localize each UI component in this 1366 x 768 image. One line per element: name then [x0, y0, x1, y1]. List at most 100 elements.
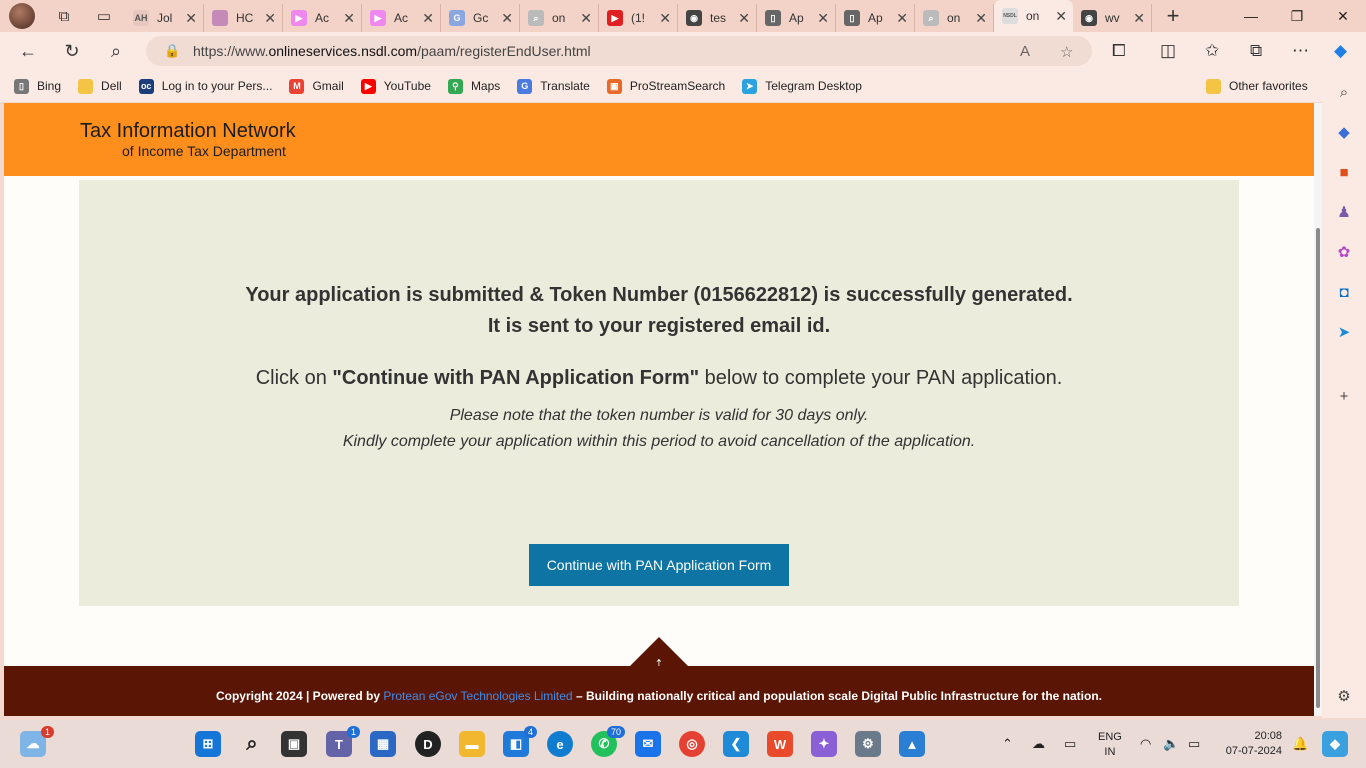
confirmation-panel: Your application is submitted & Token Nu… — [79, 180, 1239, 606]
favorite-icon — [78, 78, 94, 94]
chrome-icon[interactable]: ◎ — [679, 731, 705, 757]
favorite-link[interactable]: ▯ Bing — [14, 78, 61, 94]
favorite-link[interactable]: Dell — [78, 78, 122, 94]
outlook-icon[interactable]: ◘ — [1334, 282, 1354, 302]
browser-tab[interactable]: ▶ Ac ✕ — [362, 4, 441, 32]
close-tab-icon[interactable]: ✕ — [422, 10, 434, 27]
url-text[interactable]: https://www.onlineservices.nsdl.com/paam… — [193, 43, 591, 59]
vscode-icon[interactable]: ❮ — [723, 731, 749, 757]
volume-icon[interactable]: 🔈 — [1163, 736, 1179, 752]
browser-tab[interactable]: ▯ Ap ✕ — [757, 4, 836, 32]
notification-bell-icon[interactable]: 🔔 — [1292, 736, 1308, 752]
file-explorer-icon[interactable]: ▬ — [459, 731, 485, 757]
read-aloud-icon[interactable]: A — [1020, 43, 1030, 60]
wps-icon[interactable]: W — [767, 731, 793, 757]
microsoft-store-icon[interactable]: ◧ 4 — [503, 726, 537, 757]
other-favorites[interactable]: Other favorites — [1206, 78, 1308, 94]
add-sidebar-icon[interactable]: + — [1334, 386, 1354, 406]
browser-tab[interactable]: ◉ tes ✕ — [678, 4, 757, 32]
lock-icon[interactable]: 🔒 — [164, 43, 180, 59]
sidebar-settings-icon[interactable]: ⚙ — [1334, 686, 1354, 706]
whatsapp-icon[interactable]: ✆ 70 — [591, 726, 625, 757]
extensions-icon[interactable]: ⧠ — [1112, 41, 1126, 61]
minimize-icon[interactable]: — — [1228, 0, 1274, 32]
onedrive-icon[interactable]: ☁ — [1032, 736, 1045, 752]
close-window-icon[interactable]: ✕ — [1320, 0, 1366, 32]
sidebar-search-icon[interactable]: ⌕ — [1334, 82, 1354, 102]
close-tab-icon[interactable]: ✕ — [343, 10, 355, 27]
split-screen-icon[interactable]: ◫ — [1160, 41, 1176, 61]
favorite-link[interactable]: M Gmail — [289, 78, 344, 94]
favorite-link[interactable]: G Translate — [517, 78, 590, 94]
system-clock[interactable]: 20:08 07-07-2024 — [1220, 729, 1282, 759]
settings-more-icon[interactable]: ⋯ — [1292, 41, 1309, 61]
dell-icon[interactable]: D — [415, 731, 441, 757]
close-tab-icon[interactable]: ✕ — [975, 10, 987, 27]
store-icon[interactable]: ▦ — [370, 731, 396, 757]
send-icon[interactable]: ➤ — [1334, 322, 1354, 342]
close-tab-icon[interactable]: ✕ — [896, 10, 908, 27]
collections-icon[interactable]: ⧉ — [1250, 41, 1262, 61]
close-tab-icon[interactable]: ✕ — [501, 10, 513, 27]
protean-link[interactable]: Protean eGov Technologies Limited — [383, 689, 572, 703]
profile-avatar[interactable] — [9, 3, 35, 29]
favorite-link[interactable]: ➤ Telegram Desktop — [742, 78, 862, 94]
edge-icon[interactable]: e — [547, 731, 573, 757]
mail-icon[interactable]: ✉ — [635, 731, 661, 757]
language-indicator[interactable]: ENG IN — [1098, 730, 1122, 760]
m365-icon[interactable]: ✿ — [1334, 242, 1354, 262]
favorite-link[interactable]: ⚲ Maps — [447, 78, 500, 94]
wifi-icon[interactable]: ◠ — [1140, 736, 1151, 752]
battery-icon[interactable]: ▭ — [1188, 736, 1200, 752]
browser-tab[interactable]: ▯ Ap ✕ — [836, 4, 915, 32]
close-tab-icon[interactable]: ✕ — [264, 10, 276, 27]
browser-tab[interactable]: ▶ Ac ✕ — [283, 4, 362, 32]
page-scrollbar[interactable] — [1314, 103, 1322, 716]
taskbar-search-icon[interactable]: ⌕ — [239, 731, 265, 757]
favorite-link[interactable]: ▶ YouTube — [360, 78, 431, 94]
browser-tab[interactable]: NSDL on ✕ — [994, 0, 1073, 32]
browser-tab[interactable]: ◉ wv ✕ — [1073, 4, 1152, 32]
back-icon[interactable]: ← — [12, 35, 44, 67]
workspaces-icon[interactable]: ⧉ — [49, 2, 79, 30]
favorite-star-icon[interactable]: ☆ — [1060, 43, 1073, 61]
tools-briefcase-icon[interactable]: ■ — [1334, 162, 1354, 182]
address-bar[interactable]: 🔒 https://www.onlineservices.nsdl.com/pa… — [146, 36, 1092, 66]
browser-tab[interactable]: ▶ (1! ✕ — [599, 4, 678, 32]
close-tab-icon[interactable]: ✕ — [185, 10, 197, 27]
favorites-icon[interactable]: ✩ — [1205, 41, 1219, 61]
browser-tab[interactable]: ⌕ on ✕ — [520, 4, 599, 32]
new-tab-button[interactable]: + — [1158, 3, 1188, 29]
close-tab-icon[interactable]: ✕ — [738, 10, 750, 27]
continue-pan-button[interactable]: Continue with PAN Application Form — [529, 544, 789, 586]
shopping-tag-icon[interactable]: ◆ — [1334, 122, 1354, 142]
refresh-icon[interactable]: ↻ — [56, 35, 88, 67]
browser-tab[interactable]: AH Jol ✕ — [125, 4, 204, 32]
tray-app-icon[interactable]: ▭ — [1064, 736, 1076, 752]
favorite-link[interactable]: oc Log in to your Pers... — [138, 78, 272, 94]
photos-icon[interactable]: ▲ — [899, 731, 925, 757]
scrollbar-thumb[interactable] — [1316, 228, 1320, 708]
favorite-link[interactable]: ▣ ProStreamSearch — [606, 78, 725, 94]
close-tab-icon[interactable]: ✕ — [580, 10, 592, 27]
copilot-taskbar-icon[interactable]: ✦ — [811, 731, 837, 757]
tray-chevron-icon[interactable]: ⌃ — [1002, 736, 1013, 752]
task-view-icon[interactable]: ▣ — [281, 731, 307, 757]
copilot-icon[interactable]: ◆ — [1334, 41, 1347, 61]
close-tab-icon[interactable]: ✕ — [817, 10, 829, 27]
browser-tab[interactable]: G Gc ✕ — [441, 4, 520, 32]
tab-actions-icon[interactable]: ▭ — [89, 2, 119, 30]
settings-taskbar-icon[interactable]: ⚙ — [855, 731, 881, 757]
teams-icon[interactable]: T1 — [326, 726, 360, 757]
games-icon[interactable]: ♟ — [1334, 202, 1354, 222]
close-tab-icon[interactable]: ✕ — [1055, 8, 1067, 25]
copilot-pre-icon[interactable]: ◆ — [1322, 731, 1348, 757]
close-tab-icon[interactable]: ✕ — [659, 10, 671, 27]
browser-tab[interactable]: HC ✕ — [204, 4, 283, 32]
start-icon[interactable]: ⊞ — [195, 731, 221, 757]
restore-icon[interactable]: ❐ — [1274, 0, 1320, 32]
weather-icon[interactable]: ☁ 1 — [20, 726, 54, 757]
close-tab-icon[interactable]: ✕ — [1133, 10, 1145, 27]
browser-tab[interactable]: ⌕ on ✕ — [915, 4, 994, 32]
search-icon[interactable]: ⌕ — [100, 35, 132, 67]
